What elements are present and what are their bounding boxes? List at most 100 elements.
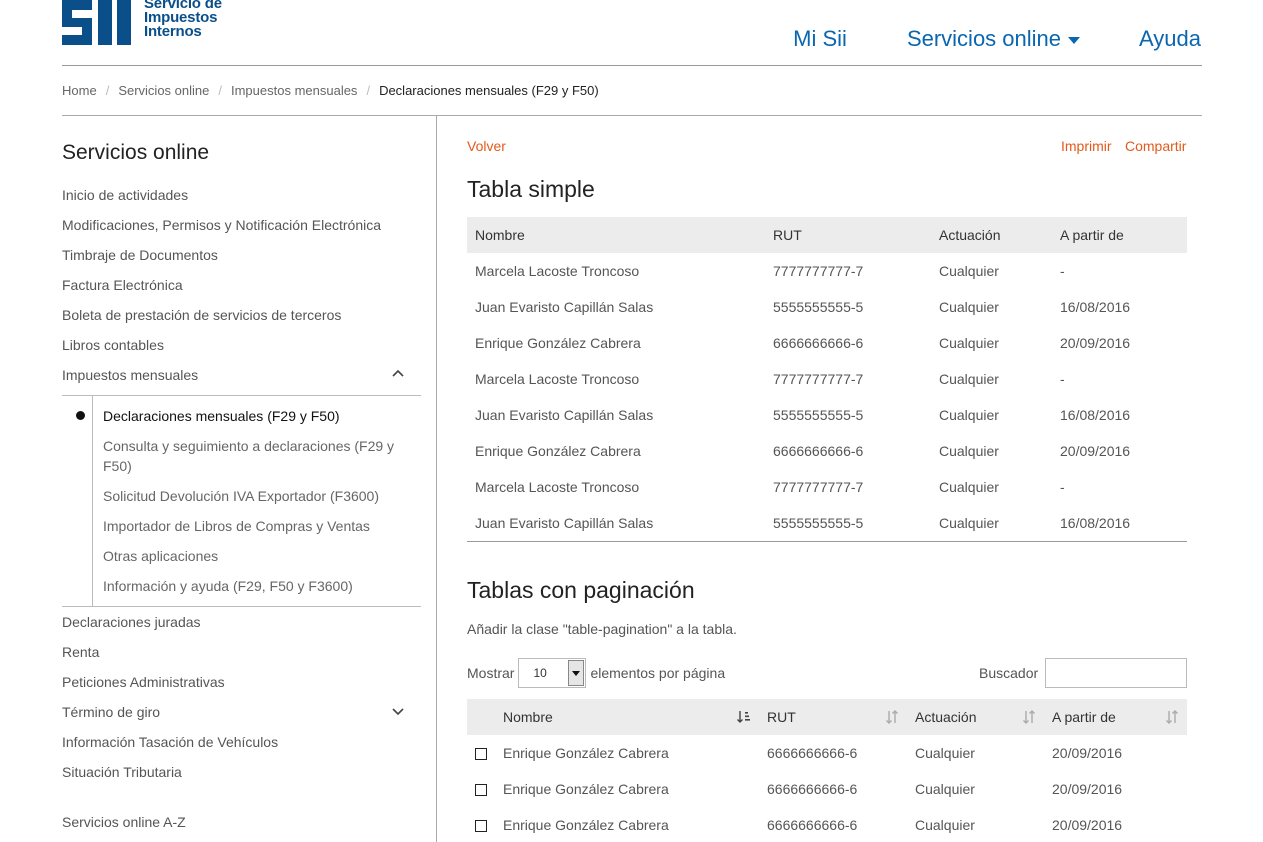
col-actuacion-sortable[interactable]: Actuación: [907, 699, 1044, 735]
sidebar-subitem-devolucion-iva[interactable]: Solicitud Devolución IVA Exportador (F36…: [103, 486, 413, 506]
sidebar-item-situacion-tributaria[interactable]: Situación Tributaria: [62, 764, 182, 780]
cell-actuacion: Cualquier: [939, 263, 999, 279]
submenu-rail: [92, 396, 93, 606]
sidebar-subitem-consulta-seguimiento[interactable]: Consulta y seguimiento a declaraciones (…: [103, 436, 413, 476]
table-row: Enrique González Cabrera 6666666666-6 Cual…: [467, 735, 1187, 771]
breadcrumb-servicios-online[interactable]: Servicios online: [118, 83, 209, 98]
pagination-table: Nombre RUT Actuación A partir de Enrique…: [467, 699, 1187, 842]
cell-actuacion: Cualquier: [915, 781, 975, 797]
sort-icon[interactable]: [1165, 710, 1179, 724]
sidebar-item-boleta-honorarios[interactable]: Boleta de prestación de servicios de ter…: [62, 307, 341, 323]
table-row: Juan Evaristo Capillán Salas 5555555555-5…: [467, 505, 1187, 541]
sidebar-subitem-otras-aplicaciones[interactable]: Otras aplicaciones: [103, 546, 413, 566]
sidebar-item-tasacion-vehiculos[interactable]: Información Tasación de Vehículos: [62, 734, 278, 750]
cell-rut: 7777777777-7: [773, 371, 864, 387]
cell-nombre: Juan Evaristo Capillán Salas: [475, 407, 654, 423]
sort-icon[interactable]: [885, 710, 899, 724]
col-a-partir-de: A partir de: [1052, 217, 1187, 253]
cell-nombre: Juan Evaristo Capillán Salas: [475, 299, 654, 315]
cell-actuacion: Cualquier: [939, 479, 999, 495]
cell-nombre: Enrique González Cabrera: [475, 335, 641, 351]
show-label: Mostrar: [467, 665, 515, 681]
sii-logo[interactable]: Servicio de Impuestos Internos: [62, 0, 222, 45]
cell-fecha: -: [1060, 371, 1065, 387]
per-page-label: elementos por página: [590, 665, 726, 681]
cell-actuacion: Cualquier: [939, 407, 999, 423]
caret-down-icon: [1068, 37, 1081, 44]
sidebar-item-inicio-actividades[interactable]: Inicio de actividades: [62, 187, 188, 203]
col-rut: RUT: [765, 217, 931, 253]
sidebar-item-declaraciones-juradas[interactable]: Declaraciones juradas: [62, 614, 201, 630]
cell-nombre: Juan Evaristo Capillán Salas: [475, 514, 654, 531]
back-link[interactable]: Volver: [467, 138, 506, 154]
cell-nombre: Enrique González Cabrera: [503, 817, 669, 833]
sidebar-item-impuestos-mensuales[interactable]: Impuestos mensuales: [62, 367, 198, 383]
col-a-partir-de-sortable[interactable]: A partir de: [1044, 699, 1187, 735]
dropdown-arrow-icon[interactable]: [568, 660, 585, 686]
top-nav: Mi Sii Servicios online Ayuda: [793, 26, 1201, 52]
col-nombre-label: Nombre: [503, 709, 553, 725]
chevron-up-icon[interactable]: [392, 369, 404, 379]
row-checkbox[interactable]: [475, 784, 487, 797]
sidebar-subitem-informacion-ayuda[interactable]: Información y ayuda (F29, F50 y F3600): [103, 576, 413, 596]
cell-fecha: 16/08/2016: [1060, 514, 1131, 531]
print-link[interactable]: Imprimir: [1061, 138, 1112, 154]
col-rut-sortable[interactable]: RUT: [759, 699, 907, 735]
table-row: Enrique González Cabrera 6666666666-6 Cual…: [467, 325, 1187, 361]
table-row: Enrique González Cabrera 6666666666-6 Cual…: [467, 807, 1187, 842]
nav-mi-sii[interactable]: Mi Sii: [793, 26, 847, 52]
sidebar-link-servicios-az[interactable]: Servicios online A-Z: [62, 814, 186, 830]
table-row: Juan Evaristo Capillán Salas 5555555555-5…: [467, 397, 1187, 433]
cell-actuacion: Cualquier: [939, 443, 999, 459]
breadcrumb: Home / Servicios online / Impuestos mens…: [62, 83, 599, 98]
table-row: Marcela Lacoste Troncoso 7777777777-7 Cual…: [467, 361, 1187, 397]
cell-rut: 7777777777-7: [773, 479, 864, 495]
chevron-down-icon[interactable]: [392, 708, 404, 718]
table-row: Enrique González Cabrera 6666666666-6 Cual…: [467, 771, 1187, 807]
table-header-row: Nombre RUT Actuación A partir de: [467, 699, 1187, 735]
cell-rut: 7777777777-7: [773, 263, 864, 279]
page-size-control: Mostrar 10 elementos por página: [467, 658, 725, 688]
sidebar-item-renta[interactable]: Renta: [62, 644, 99, 660]
cell-actuacion: Cualquier: [939, 299, 999, 315]
sidebar-item-peticiones[interactable]: Peticiones Administrativas: [62, 674, 225, 690]
table-row: Marcela Lacoste Troncoso 7777777777-7 Cual…: [467, 469, 1187, 505]
sort-icon[interactable]: [1022, 710, 1036, 724]
cell-nombre: Marcela Lacoste Troncoso: [475, 479, 640, 495]
sii-logo-mark: [62, 0, 134, 45]
sort-asc-active-icon[interactable]: [737, 710, 751, 724]
cell-fecha: 20/09/2016: [1060, 335, 1131, 351]
sidebar-subitem-importador-libros[interactable]: Importador de Libros de Compras y Ventas: [103, 516, 413, 536]
sidebar-subitem-declaraciones-mensuales[interactable]: Declaraciones mensuales (F29 y F50): [103, 406, 413, 426]
cell-rut: 5555555555-5: [773, 407, 864, 423]
sidebar-divider: [436, 116, 437, 842]
nav-ayuda[interactable]: Ayuda: [1139, 26, 1201, 52]
sii-logo-text: Servicio de Impuestos Internos: [144, 0, 222, 40]
sidebar-item-factura-electronica[interactable]: Factura Electrónica: [62, 277, 183, 293]
breadcrumb-home[interactable]: Home: [62, 83, 97, 98]
page-size-value: 10: [533, 666, 547, 680]
table-row: Juan Evaristo Capillán Salas 5555555555-5…: [467, 289, 1187, 325]
cell-nombre: Enrique González Cabrera: [475, 443, 641, 459]
nav-servicios-online[interactable]: Servicios online: [907, 26, 1081, 52]
pagination-table-title: Tablas con paginación: [467, 577, 695, 603]
table-header-row: Nombre RUT Actuación A partir de: [467, 217, 1187, 253]
pagination-description: Añadir la clase "table-pagination" a la …: [467, 621, 737, 637]
search-label: Buscador: [979, 665, 1039, 681]
sidebar-item-timbraje[interactable]: Timbraje de Documentos: [62, 247, 218, 263]
col-nombre-sortable[interactable]: Nombre: [495, 699, 759, 735]
cell-fecha: -: [1060, 263, 1065, 279]
cell-actuacion: Cualquier: [915, 745, 975, 761]
sidebar-item-modificaciones[interactable]: Modificaciones, Permisos y Notificación …: [62, 217, 381, 233]
search-input[interactable]: [1045, 658, 1188, 688]
row-checkbox[interactable]: [475, 748, 487, 761]
sidebar-item-termino-giro[interactable]: Término de giro: [62, 704, 160, 720]
share-link[interactable]: Compartir: [1125, 138, 1186, 154]
page-size-select[interactable]: 10: [518, 658, 587, 688]
breadcrumb-impuestos-mensuales[interactable]: Impuestos mensuales: [231, 83, 357, 98]
sidebar-item-libros-contables[interactable]: Libros contables: [62, 337, 164, 353]
row-checkbox[interactable]: [475, 820, 487, 833]
cell-fecha: 20/09/2016: [1060, 443, 1131, 459]
breadcrumb-separator: /: [105, 83, 110, 98]
cell-actuacion: Cualquier: [939, 371, 999, 387]
